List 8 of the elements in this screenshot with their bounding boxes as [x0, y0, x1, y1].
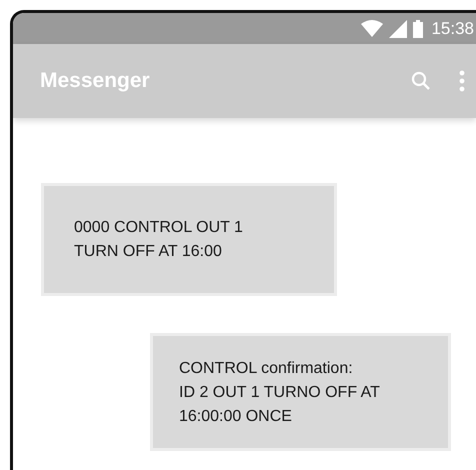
message-bubble: 0000 CONTROL OUT 1 TURN OFF AT 16:00: [41, 183, 337, 296]
message-bubble: CONTROL confirmation: ID 2 OUT 1 TURNO OFF AT 16:00:00 ONCE: [150, 333, 451, 451]
menu-icon[interactable]: [458, 70, 466, 92]
signal-icon: [389, 20, 408, 38]
wifi-icon: [361, 20, 384, 38]
battery-icon: [413, 20, 424, 38]
search-icon[interactable]: [410, 70, 432, 92]
status-time: 15:38: [431, 18, 474, 38]
